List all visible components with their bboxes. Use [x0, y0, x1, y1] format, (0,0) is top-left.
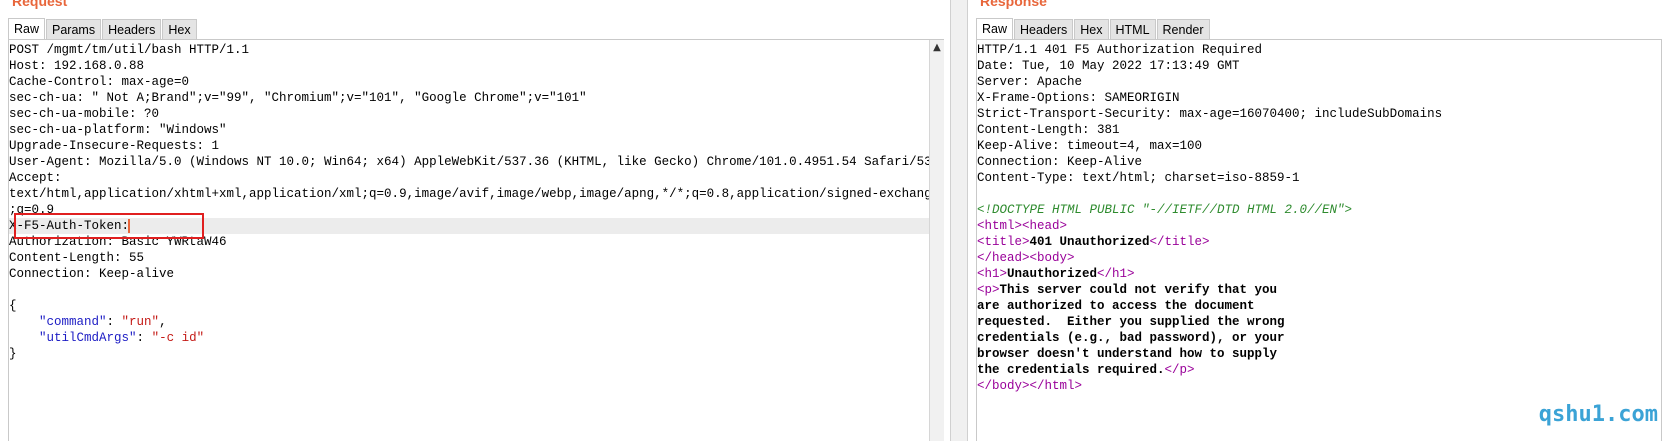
json-key: "command"	[39, 315, 107, 329]
response-line: Keep-Alive: timeout=4, max=100	[977, 139, 1203, 153]
request-line: POST /mgmt/tm/util/bash HTTP/1.1	[9, 43, 250, 57]
request-line: }	[9, 347, 17, 361]
tab-response-headers[interactable]: Headers	[1014, 19, 1074, 39]
response-p-line: <p>This server could not verify that you	[977, 282, 1661, 298]
request-tabbar: Raw Params Headers Hex	[8, 18, 944, 40]
response-title: Response	[980, 0, 1047, 9]
response-p-end-line: the credentials required.</p>	[977, 362, 1661, 378]
html-p-text: This server could not verify that you	[999, 283, 1278, 297]
tab-response-raw[interactable]: Raw	[976, 18, 1014, 39]
text-caret	[128, 219, 130, 233]
response-p-line: credentials (e.g., bad password), or you…	[977, 331, 1285, 345]
request-line: Connection: Keep-alive	[9, 267, 175, 281]
request-line: sec-ch-ua: " Not A;Brand";v="99", "Chrom…	[9, 91, 587, 105]
html-tag: <p>	[977, 283, 1000, 297]
request-line: sec-ch-ua-mobile: ?0	[9, 107, 160, 121]
response-viewer[interactable]: HTTP/1.1 401 F5 Authorization Required D…	[976, 40, 1662, 441]
response-lines: HTTP/1.1 401 F5 Authorization Required D…	[977, 42, 1661, 394]
response-title-line: <title>401 Unauthorized</title>	[977, 234, 1661, 250]
response-p-line: requested. Either you supplied the wrong	[977, 315, 1285, 329]
request-line	[9, 282, 930, 298]
request-line: text/html,application/xhtml+xml,applicat…	[9, 187, 930, 201]
request-title: Request	[12, 0, 68, 9]
request-line: Accept:	[9, 171, 62, 185]
request-line: Upgrade-Insecure-Requests: 1	[9, 139, 220, 153]
request-line: sec-ch-ua-platform: "Windows"	[9, 123, 227, 137]
html-tag: <title>	[977, 235, 1030, 249]
response-line: Strict-Transport-Security: max-age=16070…	[977, 107, 1443, 121]
html-p-text: the credentials required.	[977, 363, 1165, 377]
response-line: HTTP/1.1 401 F5 Authorization Required	[977, 43, 1263, 57]
response-head-close-line: </head><body>	[977, 250, 1661, 266]
json-value: "-c id"	[151, 331, 205, 345]
tab-request-hex[interactable]: Hex	[162, 19, 197, 39]
html-tag: </body>	[977, 379, 1030, 393]
html-tag: </h1>	[1097, 267, 1135, 281]
panel-splitter[interactable]	[950, 0, 968, 441]
request-editor[interactable]: POST /mgmt/tm/util/bash HTTP/1.1 Host: 1…	[8, 40, 930, 441]
request-line: Content-Length: 55	[9, 251, 145, 265]
request-lines: POST /mgmt/tm/util/bash HTTP/1.1 Host: 1…	[9, 42, 930, 362]
highlight-box	[14, 213, 204, 239]
scroll-up-icon[interactable]: ▲	[931, 42, 943, 54]
html-tag: </head>	[977, 251, 1030, 265]
html-tag: <html>	[977, 219, 1023, 233]
request-scrollbar[interactable]: ▲	[929, 40, 944, 441]
html-tag: <h1>	[977, 267, 1008, 281]
tab-request-raw[interactable]: Raw	[8, 18, 46, 39]
response-line: Date: Tue, 10 May 2022 17:13:49 GMT	[977, 59, 1240, 73]
json-args-line: "utilCmdArgs": "-c id"	[39, 331, 205, 345]
html-tag: </title>	[1149, 235, 1210, 249]
response-blank-line	[977, 186, 1661, 202]
json-value: "run"	[121, 315, 160, 329]
json-key: "utilCmdArgs"	[39, 331, 137, 345]
response-p-line: browser doesn't understand how to supply	[977, 347, 1278, 361]
html-tag: <head>	[1022, 219, 1068, 233]
request-line: {	[9, 299, 17, 313]
html-tag: <body>	[1029, 251, 1075, 265]
response-line: Content-Length: 381	[977, 123, 1120, 137]
tab-request-params[interactable]: Params	[46, 19, 102, 39]
response-tabbar: Raw Headers Hex HTML Render	[976, 18, 1662, 40]
html-h1-text: Unauthorized	[1007, 267, 1098, 281]
response-h1-line: <h1>Unauthorized</h1>	[977, 266, 1661, 282]
tab-response-render[interactable]: Render	[1156, 19, 1210, 39]
json-command-line: "command": "run",	[39, 315, 167, 329]
request-panel: Request Raw Params Headers Hex POST /mgm…	[0, 0, 950, 441]
tab-response-hex[interactable]: Hex	[1074, 19, 1109, 39]
watermark: qshu1.com	[1538, 402, 1658, 427]
response-line: X-Frame-Options: SAMEORIGIN	[977, 91, 1180, 105]
response-p-line: are authorized to access the document	[977, 299, 1255, 313]
html-tag: </p>	[1164, 363, 1195, 377]
request-line: Cache-Control: max-age=0	[9, 75, 190, 89]
response-line: Server: Apache	[977, 75, 1083, 89]
response-close-line: </body></html>	[977, 378, 1661, 394]
response-line: Connection: Keep-Alive	[977, 155, 1143, 169]
html-tag: </html>	[1029, 379, 1083, 393]
tab-response-html[interactable]: HTML	[1109, 19, 1156, 39]
request-line: Host: 192.168.0.88	[9, 59, 145, 73]
response-doctype: <!DOCTYPE HTML PUBLIC "-//IETF//DTD HTML…	[977, 203, 1353, 217]
html-title-text: 401 Unauthorized	[1029, 235, 1150, 249]
response-html-line: <html><head>	[977, 218, 1661, 234]
request-line: User-Agent: Mozilla/5.0 (Windows NT 10.0…	[9, 155, 930, 169]
response-panel: Response Raw Headers Hex HTML Render HTT…	[968, 0, 1668, 441]
tab-request-headers[interactable]: Headers	[102, 19, 162, 39]
response-line: Content-Type: text/html; charset=iso-885…	[977, 171, 1300, 185]
